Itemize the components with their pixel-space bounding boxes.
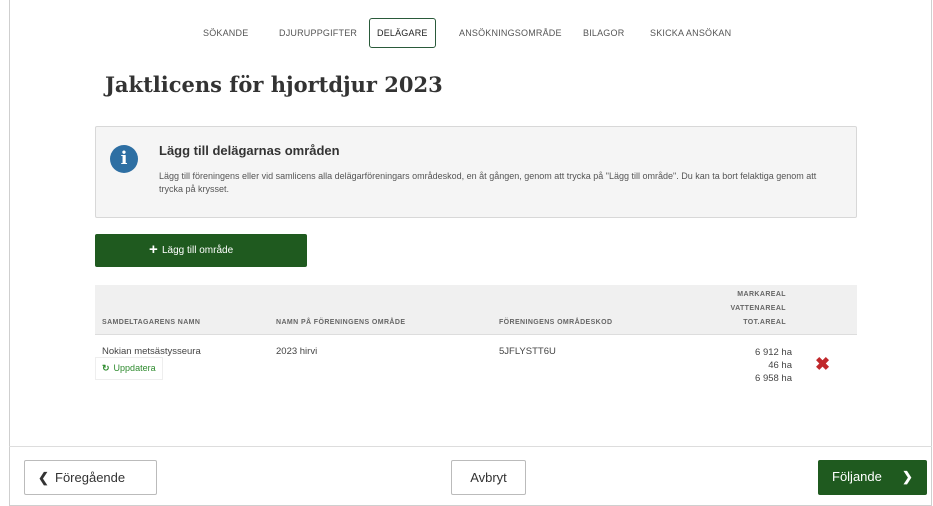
info-box: i Lägg till delägarnas områden Lägg till… <box>95 126 857 218</box>
next-button[interactable]: Följande ❯ <box>818 460 927 495</box>
previous-label: Föregående <box>55 470 126 485</box>
add-area-button[interactable]: + Lägg till område <box>95 234 307 267</box>
column-header-name: SAMDELTAGARENS NAMN <box>102 319 201 326</box>
tab-skicka-ansokan[interactable]: SKICKA ANSÖKAN <box>650 19 731 47</box>
chevron-right-icon: ❯ <box>902 469 913 484</box>
row-water-area: 46 ha <box>768 360 792 371</box>
tab-sokande[interactable]: SÖKANDE <box>203 19 248 47</box>
column-header-land-area: MARKAREAL <box>737 291 786 298</box>
previous-button[interactable]: ❮ Föregående <box>24 460 157 495</box>
column-header-area-name: NAMN PÅ FÖRENINGENS OMRÅDE <box>276 319 406 326</box>
tab-djuruppgifter[interactable]: DJURUPPGIFTER <box>279 19 357 47</box>
tab-bilagor[interactable]: BILAGOR <box>583 19 624 47</box>
close-icon[interactable]: ✖ <box>815 355 830 373</box>
row-area-name: 2023 hirvi <box>276 346 318 357</box>
info-title: Lägg till delägarnas områden <box>159 143 340 158</box>
footer-divider <box>9 446 932 447</box>
row-name: Nokian metsästysseura <box>102 346 201 357</box>
add-area-label: Lägg till område <box>162 245 234 256</box>
next-label: Följande <box>832 469 882 484</box>
column-header-water-area: VATTENAREAL <box>730 305 786 312</box>
cancel-button[interactable]: Avbryt <box>451 460 526 495</box>
column-header-area-code: FÖRENINGENS OMRÅDESKOD <box>499 319 613 326</box>
update-button[interactable]: ↻ Uppdatera <box>95 357 163 380</box>
tab-delagare[interactable]: DELÄGARE <box>369 18 436 48</box>
plus-icon: + <box>149 241 158 258</box>
refresh-icon: ↻ <box>102 363 110 373</box>
row-total-area: 6 958 ha <box>755 373 792 384</box>
tab-ansokningsomrade[interactable]: ANSÖKNINGSOMRÅDE <box>459 19 562 47</box>
column-header-areas: MARKAREAL VATTENAREAL TOT.AREAL <box>731 288 786 330</box>
info-icon: i <box>110 145 138 173</box>
page-title: Jaktlicens för hjortdjur 2023 <box>105 72 443 97</box>
info-text: Lägg till föreningens eller vid samlicen… <box>159 171 817 194</box>
row-areas: 6 912 ha 46 ha 6 958 ha <box>755 346 792 385</box>
row-area-code: 5JFLYSTT6U <box>499 346 556 357</box>
update-label: Uppdatera <box>113 363 156 373</box>
chevron-left-icon: ❮ <box>38 470 49 485</box>
table-header: SAMDELTAGARENS NAMN NAMN PÅ FÖRENINGENS … <box>95 285 857 335</box>
column-header-total-area: TOT.AREAL <box>743 319 786 326</box>
row-land-area: 6 912 ha <box>755 347 792 358</box>
wizard-tabs: SÖKANDE DJURUPPGIFTER DELÄGARE ANSÖKNING… <box>0 18 933 48</box>
